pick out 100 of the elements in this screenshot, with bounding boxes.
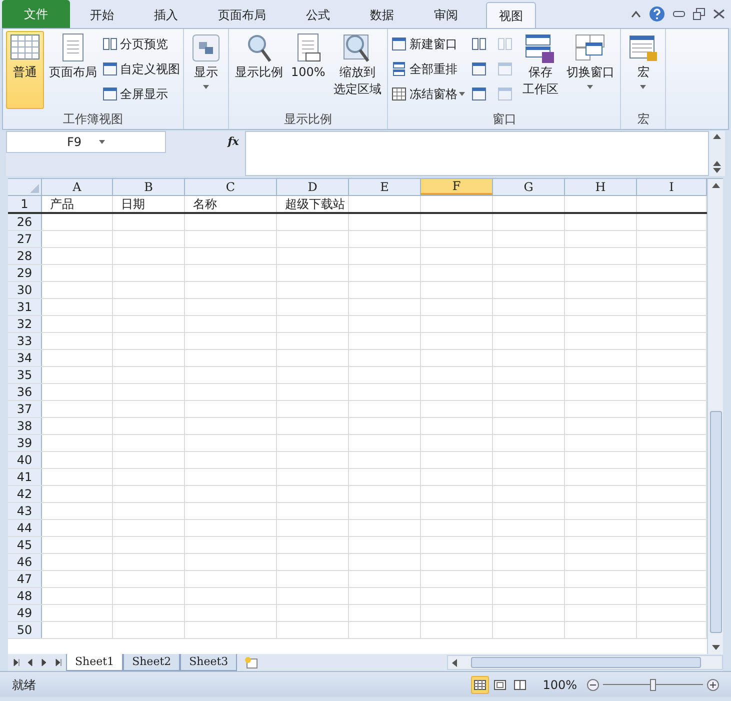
ribbon-tab[interactable]: 公式 (294, 2, 342, 28)
ribbon-tab[interactable]: 页面布局 (206, 2, 278, 28)
column-header[interactable]: H (565, 179, 637, 195)
help-icon[interactable] (649, 6, 665, 22)
ribbon-button[interactable]: 普通 (6, 31, 44, 109)
row-header[interactable]: 43 (8, 503, 42, 519)
ribbon-button[interactable]: 显示比例 (232, 31, 286, 109)
window-icon (190, 32, 222, 64)
new-sheet-icon[interactable] (243, 656, 260, 670)
row-header[interactable]: 36 (8, 384, 42, 400)
view-button[interactable] (470, 676, 489, 694)
row-header[interactable]: 37 (8, 401, 42, 417)
formula-input[interactable] (245, 131, 709, 176)
caret-icon (99, 140, 105, 144)
scroll-left-icon[interactable] (452, 658, 457, 666)
column-header[interactable]: F (421, 179, 493, 195)
row-header[interactable]: 42 (8, 486, 42, 502)
window-icon (391, 60, 408, 76)
file-tab[interactable]: 文件 (2, 0, 70, 28)
ribbon-button[interactable]: 切换窗口 (563, 31, 618, 109)
group-label: 显示比例 (284, 111, 332, 128)
scroll-up-icon[interactable] (712, 183, 720, 188)
window-icon (391, 36, 408, 52)
row-header[interactable]: 26 (8, 214, 42, 230)
ribbon-button[interactable]: 100% (288, 31, 328, 109)
restore-icon[interactable] (693, 8, 705, 20)
expand-icon[interactable] (713, 161, 721, 173)
group-label: 窗口 (492, 111, 516, 128)
close-icon[interactable] (713, 9, 725, 19)
row-header[interactable]: 35 (8, 367, 42, 383)
ribbon-button[interactable]: 新建窗口 (391, 31, 466, 56)
ribbon-tab[interactable]: 开始 (78, 2, 126, 28)
ribbon-button[interactable]: 页面布局 (46, 31, 100, 109)
name-box[interactable]: F9 (6, 131, 166, 153)
column-header[interactable]: C (185, 179, 277, 195)
row-header[interactable]: 1 (8, 196, 42, 212)
ribbon-tab[interactable]: 插入 (142, 2, 190, 28)
cell-text: 产品 (50, 196, 74, 213)
ribbon-tab[interactable]: 数据 (358, 2, 406, 28)
zoom-slider-thumb[interactable] (650, 678, 656, 690)
row-header[interactable]: 49 (8, 605, 42, 621)
ribbon-button[interactable]: 分页预览 (102, 31, 180, 56)
row-header[interactable]: 44 (8, 520, 42, 536)
tab-scroll-icon[interactable] (54, 658, 62, 667)
scroll-down-icon[interactable] (712, 645, 720, 650)
ribbon-tab[interactable]: 视图 (486, 2, 536, 28)
zoom-level[interactable]: 100% (542, 676, 577, 694)
row-header[interactable]: 31 (8, 299, 42, 315)
row-header[interactable]: 40 (8, 452, 42, 468)
ribbon-button[interactable]: 显示 (187, 31, 225, 109)
chevron-up-icon[interactable] (631, 10, 641, 18)
cell-text: 日期 (121, 196, 145, 213)
tab-scroll-icon[interactable] (12, 658, 20, 667)
ribbon-button[interactable]: 缩放到 选定区域 (330, 31, 384, 109)
row-header[interactable]: 28 (8, 248, 42, 264)
ribbon-button[interactable]: 全部重排 (391, 56, 466, 81)
row-header[interactable]: 33 (8, 333, 42, 349)
sheet-tab[interactable]: Sheet2 (123, 654, 180, 671)
ribbon-button[interactable]: 自定义视图 (102, 56, 180, 81)
sheet-tab[interactable]: Sheet1 (66, 654, 124, 671)
ribbon-button[interactable]: 全屏显示 (102, 81, 180, 106)
ribbon-button[interactable]: 保存 工作区 (519, 31, 562, 109)
status-text: 就绪 (12, 676, 36, 694)
sheet-tab[interactable]: Sheet3 (180, 654, 238, 671)
row-header[interactable]: 39 (8, 435, 42, 451)
window-icon (102, 36, 118, 52)
vertical-scrollbar[interactable] (707, 179, 723, 654)
group-label: 宏 (637, 111, 650, 128)
scroll-up-icon[interactable] (713, 134, 721, 139)
column-header[interactable]: D (277, 179, 349, 195)
window-icon (471, 36, 488, 52)
row-header[interactable]: 32 (8, 316, 42, 332)
column-header[interactable]: G (493, 179, 565, 195)
column-header[interactable]: A (42, 179, 113, 195)
zoom-in-icon[interactable] (707, 678, 719, 690)
insert-function-button[interactable]: fx (228, 134, 239, 150)
row-header[interactable]: 30 (8, 282, 42, 298)
row-header[interactable]: 38 (8, 418, 42, 434)
window-icon (497, 86, 514, 102)
ribbon-tab[interactable]: 审阅 (422, 2, 470, 28)
window-icon (524, 32, 556, 64)
window-icon (471, 86, 488, 102)
ribbon-button[interactable]: 宏 (624, 31, 662, 109)
minimize-icon[interactable] (673, 11, 685, 17)
column-header[interactable]: B (113, 179, 185, 195)
row-header[interactable]: 27 (8, 231, 42, 247)
row-header[interactable]: 45 (8, 537, 42, 553)
row-header[interactable]: 29 (8, 265, 42, 281)
ribbon-button[interactable]: 冻结窗格 (391, 81, 466, 106)
horizontal-scrollbar[interactable] (447, 655, 723, 670)
row-header[interactable]: 34 (8, 350, 42, 366)
row-header[interactable]: 48 (8, 588, 42, 604)
row-header[interactable]: 50 (8, 622, 42, 638)
row-header[interactable]: 46 (8, 554, 42, 570)
window-icon (497, 36, 514, 52)
row-header[interactable]: 41 (8, 469, 42, 485)
window-icon (102, 86, 118, 102)
cell-text: 超级下载站 (285, 196, 345, 213)
zoom-out-icon[interactable] (587, 678, 599, 690)
row-header[interactable]: 47 (8, 571, 42, 587)
